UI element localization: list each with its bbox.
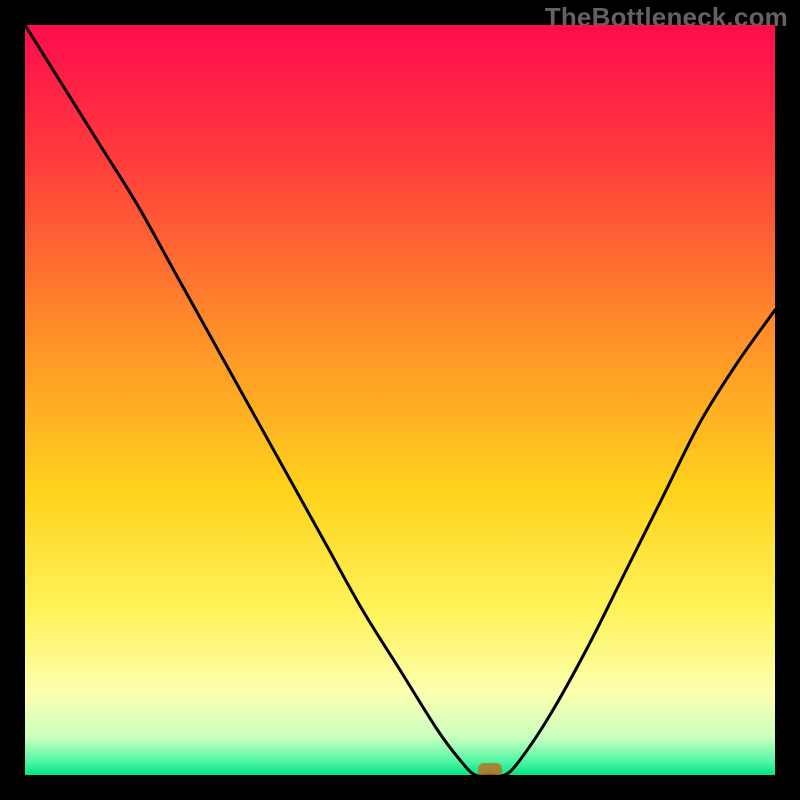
gradient-background (25, 25, 775, 775)
optimum-marker (478, 763, 502, 775)
bottleneck-chart (25, 25, 775, 775)
chart-frame: TheBottleneck.com (0, 0, 800, 800)
